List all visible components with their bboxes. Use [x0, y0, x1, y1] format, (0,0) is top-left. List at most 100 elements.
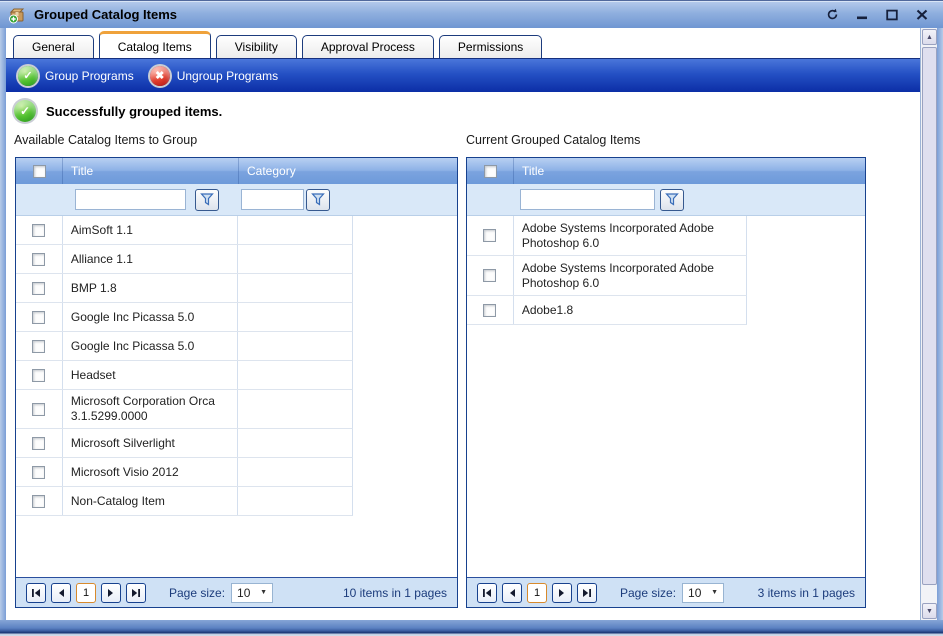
cell-title: AimSoft 1.1 [62, 216, 238, 244]
scroll-down-icon[interactable]: ▼ [922, 603, 937, 619]
row-checkbox[interactable] [32, 282, 45, 295]
table-header-row: Title [467, 158, 865, 184]
row-checkbox[interactable] [483, 269, 496, 282]
cell-title: Google Inc Picassa 5.0 [62, 332, 238, 360]
first-page-button[interactable] [26, 583, 46, 603]
content-area: ✓ Successfully grouped items. Available … [6, 92, 920, 620]
filter-row [16, 184, 457, 216]
cell-title: Microsoft Corporation Orca 3.1.5299.0000 [62, 390, 238, 428]
chevron-down-icon: ▼ [260, 589, 267, 596]
row-checkbox[interactable] [32, 466, 45, 479]
pager: 1 Page size: 10 ▼ 3 items in 1 pages [467, 577, 865, 607]
minimize-button[interactable] [855, 9, 869, 21]
available-items-table: Title Category [15, 157, 458, 608]
tab-general[interactable]: General [13, 35, 94, 58]
status-message: ✓ Successfully grouped items. [14, 100, 222, 122]
items-summary: 10 items in 1 pages [343, 586, 447, 600]
table-row: AimSoft 1.1 [16, 216, 353, 245]
page-size-value: 10 [688, 586, 701, 600]
previous-page-button[interactable] [51, 583, 71, 603]
row-checkbox[interactable] [32, 224, 45, 237]
column-header-category[interactable]: Category [238, 158, 353, 184]
filter-row [467, 184, 865, 216]
column-header-title[interactable]: Title [62, 158, 238, 184]
maximize-button[interactable] [885, 9, 899, 21]
table-row: Microsoft Silverlight [16, 429, 353, 458]
scrollbar-thumb[interactable] [922, 47, 937, 585]
close-button[interactable] [915, 9, 929, 21]
last-page-button[interactable] [126, 583, 146, 603]
cell-title: Adobe Systems Incorporated Adobe Photosh… [513, 216, 746, 255]
title-filter-button[interactable] [195, 189, 219, 211]
title-filter-input[interactable] [520, 189, 655, 210]
table-row: Google Inc Picassa 5.0 [16, 332, 353, 361]
chevron-down-icon: ▼ [711, 589, 718, 596]
cell-category [237, 361, 352, 389]
cell-category [237, 216, 352, 244]
category-filter-input[interactable] [241, 189, 304, 210]
row-checkbox[interactable] [32, 253, 45, 266]
select-all-checkbox[interactable] [484, 165, 497, 178]
cell-title: BMP 1.8 [62, 274, 238, 302]
page-size-value: 10 [237, 586, 250, 600]
vertical-scrollbar[interactable]: ▲ ▼ [920, 28, 937, 620]
title-filter-input[interactable] [75, 189, 186, 210]
category-filter-button[interactable] [306, 189, 330, 211]
green-check-circle-icon: ✓ [18, 66, 38, 86]
table-row: BMP 1.8 [16, 274, 353, 303]
first-page-button[interactable] [477, 583, 497, 603]
page-size-select[interactable]: 10 ▼ [231, 583, 273, 603]
available-items-heading: Available Catalog Items to Group [14, 133, 197, 147]
tab-permissions[interactable]: Permissions [439, 35, 542, 58]
scroll-up-icon[interactable]: ▲ [922, 29, 937, 45]
page-size-label: Page size: [169, 586, 225, 600]
row-checkbox[interactable] [32, 437, 45, 450]
group-programs-button[interactable]: ✓ Group Programs [18, 66, 134, 86]
select-all-checkbox[interactable] [33, 165, 46, 178]
ungroup-programs-button[interactable]: ✖ Ungroup Programs [150, 66, 278, 86]
row-checkbox[interactable] [32, 495, 45, 508]
cell-category [237, 390, 352, 428]
row-checkbox[interactable] [32, 340, 45, 353]
table-row: Google Inc Picassa 5.0 [16, 303, 353, 332]
next-page-button[interactable] [101, 583, 121, 603]
row-checkbox[interactable] [32, 369, 45, 382]
tab-approval-process[interactable]: Approval Process [302, 35, 434, 58]
table-row: Alliance 1.1 [16, 245, 353, 274]
table-row: Microsoft Corporation Orca 3.1.5299.0000 [16, 390, 353, 429]
cell-category [237, 245, 352, 273]
current-page-button[interactable]: 1 [76, 583, 96, 603]
titlebar[interactable]: Grouped Catalog Items [0, 0, 943, 28]
row-checkbox[interactable] [483, 229, 496, 242]
cell-category [237, 332, 352, 360]
dialog-window: Grouped Catalog Items [0, 0, 943, 636]
table-body: AimSoft 1.1 Alliance 1.1 BMP 1.8 Google … [16, 216, 457, 577]
refresh-icon[interactable] [825, 9, 839, 21]
red-x-circle-icon: ✖ [150, 66, 170, 86]
tab-catalog-items[interactable]: Catalog Items [99, 31, 211, 58]
window-controls [825, 9, 929, 21]
row-checkbox[interactable] [32, 311, 45, 324]
row-checkbox[interactable] [483, 304, 496, 317]
funnel-icon [200, 193, 214, 206]
title-filter-button[interactable] [660, 189, 684, 211]
column-header-title[interactable]: Title [513, 158, 747, 184]
page-size-select[interactable]: 10 ▼ [682, 583, 724, 603]
window-border-right [937, 28, 943, 620]
table-row: Adobe Systems Incorporated Adobe Photosh… [467, 256, 747, 296]
last-page-button[interactable] [577, 583, 597, 603]
group-programs-label: Group Programs [45, 69, 134, 83]
row-checkbox[interactable] [32, 403, 45, 416]
grouped-items-table: Title Adobe Systems Incorporated Adobe P… [466, 157, 866, 608]
success-icon: ✓ [14, 100, 36, 122]
status-text: Successfully grouped items. [46, 104, 222, 119]
table-body: Adobe Systems Incorporated Adobe Photosh… [467, 216, 865, 577]
next-page-button[interactable] [552, 583, 572, 603]
table-header-row: Title Category [16, 158, 457, 184]
window-title: Grouped Catalog Items [34, 7, 177, 22]
current-page-button[interactable]: 1 [527, 583, 547, 603]
previous-page-button[interactable] [502, 583, 522, 603]
tab-visibility[interactable]: Visibility [216, 35, 297, 58]
table-row: Microsoft Visio 2012 [16, 458, 353, 487]
pager: 1 Page size: 10 ▼ 10 items in 1 pages [16, 577, 457, 607]
